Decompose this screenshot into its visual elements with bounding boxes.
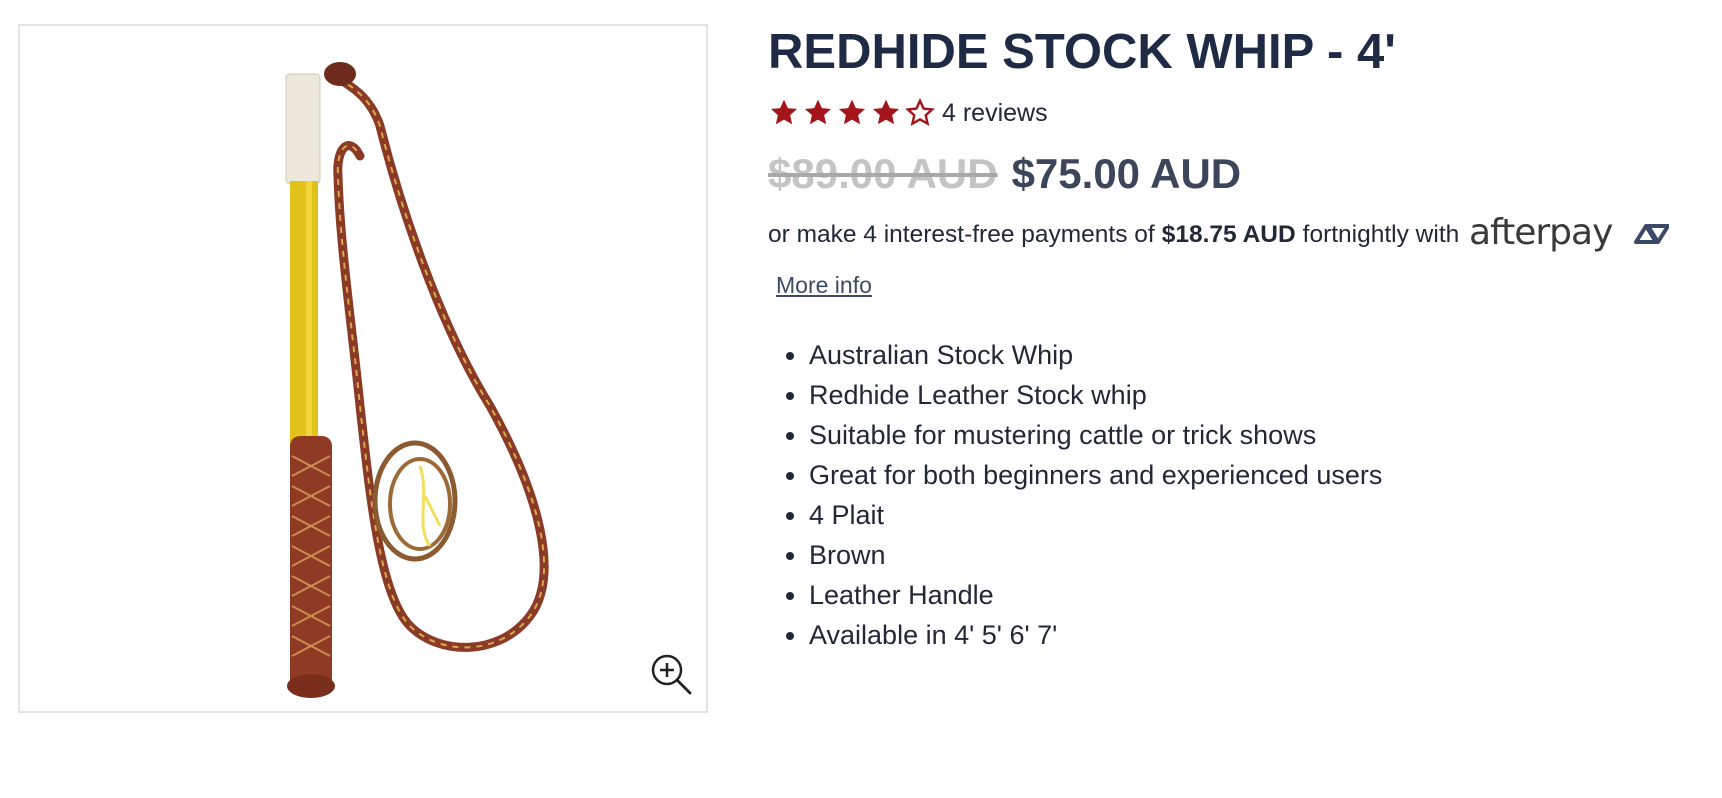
afterpay-suffix: fortnightly with [1302,221,1460,248]
feature-item: Australian Stock Whip [809,335,1722,375]
more-info-link[interactable]: More info [776,272,872,299]
star-filled-icon [838,99,866,125]
feature-item: Suitable for mustering cattle or trick s… [809,415,1722,455]
afterpay-arrows-icon [1634,224,1670,244]
feature-item: Available in 4' 5' 6' 7' [809,615,1722,655]
afterpay-logo: afterpay [1469,212,1670,258]
product-image[interactable] [20,26,706,711]
feature-item: Leather Handle [809,575,1722,615]
product-title: REDHIDE STOCK WHIP - 4' [768,25,1396,79]
zoom-in-icon [651,654,692,695]
afterpay-wordmark: afterpay [1469,212,1613,253]
feature-list: Australian Stock WhipRedhide Leather Sto… [768,335,1722,655]
feature-item: 4 Plait [809,495,1722,535]
sale-price: $75.00 AUD [1011,150,1242,197]
feature-item: Brown [809,535,1722,575]
original-price: $89.00 AUD [768,150,998,197]
feature-item: Redhide Leather Stock whip [809,375,1722,415]
afterpay-prefix: or make 4 interest-free payments of [768,221,1155,248]
product-image-frame[interactable] [18,24,708,713]
reviews-link[interactable]: 4 reviews [942,99,1048,128]
star-filled-icon [770,99,798,125]
star-filled-icon [804,99,832,125]
star-rating [768,97,936,129]
rating[interactable]: 4 reviews [768,96,1722,130]
afterpay-installment: $18.75 AUD [1161,221,1296,248]
product-info: REDHIDE STOCK WHIP - 4' 4 reviews $89.00… [768,22,1722,655]
star-filled-icon [872,99,900,125]
star-empty-icon [905,97,935,127]
afterpay-message: or make 4 interest-free payments of $18.… [768,212,1722,258]
zoom-button[interactable] [648,651,694,697]
feature-item: Great for both beginners and experienced… [809,455,1722,495]
price: $89.00 AUD $75.00 AUD [768,150,1722,198]
